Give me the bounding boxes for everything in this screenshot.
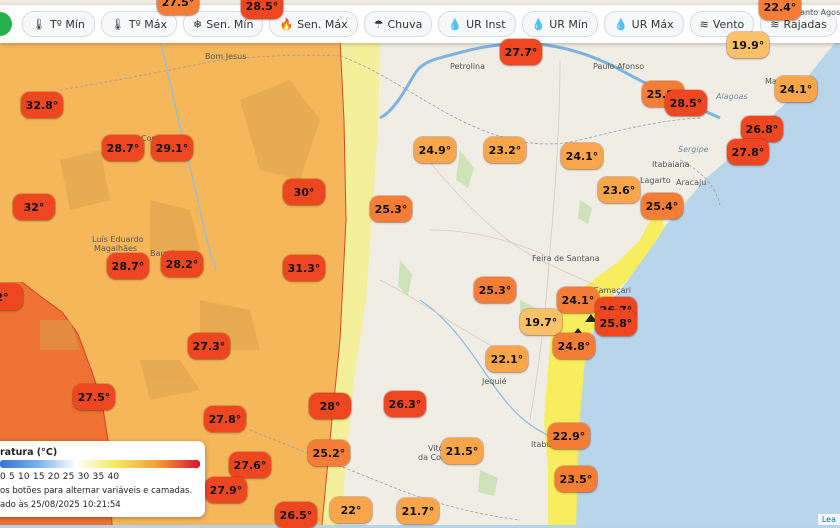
temperature-marker[interactable]: 25.2° (308, 440, 350, 466)
temperature-marker[interactable]: 27.3° (188, 333, 230, 359)
tab-temp-min[interactable]: 🌡 Tº Mín (22, 11, 95, 37)
temperature-marker[interactable]: 22° (330, 497, 372, 523)
temperature-marker[interactable]: 24.1° (561, 143, 603, 169)
tab-icon: ❄ (193, 17, 203, 31)
legend-color-bar (0, 460, 200, 468)
temperature-marker[interactable]: 29.1° (151, 135, 193, 161)
tab-sens-max[interactable]: 🔥 Sen. Máx (269, 11, 358, 37)
temperature-marker[interactable]: 32° (13, 194, 55, 220)
temperature-marker[interactable]: 26.3° (384, 391, 426, 417)
temperature-marker[interactable]: 27.7° (500, 39, 542, 65)
city-label: Petrolina (450, 62, 486, 71)
temperature-marker[interactable]: 28.5° (241, 0, 283, 19)
legend-panel: ratura (°C) 0 5 10 15 20 25 30 35 40 os … (0, 441, 205, 517)
city-label: Bom Jesus (205, 52, 247, 61)
city-label: Feira de Santana (532, 254, 600, 263)
temperature-marker[interactable]: 25.3° (474, 277, 516, 303)
tab-ur-inst[interactable]: 💧 UR Inst (438, 11, 516, 37)
tab-icon: 💧 (531, 17, 546, 31)
temperature-marker[interactable]: 31.3° (283, 255, 325, 281)
temperature-marker[interactable]: 19.7° (520, 309, 562, 335)
attribution[interactable]: Lea (817, 514, 840, 525)
temperature-marker[interactable]: 30° (283, 179, 325, 205)
temperature-marker[interactable]: 25.3° (370, 196, 412, 222)
city-label: Alagoas (716, 92, 748, 101)
city-label: Aracaju (676, 178, 707, 187)
temperature-marker[interactable]: 27.8° (204, 406, 246, 432)
temperature-marker[interactable]: 27.6° (229, 452, 271, 478)
tab-label: Sen. Mín (206, 17, 254, 31)
tab-label: Tº Máx (128, 17, 167, 31)
temperature-marker[interactable]: 25.4° (641, 193, 683, 219)
tab-label: Vento (712, 17, 745, 31)
tab-icon: 💧 (613, 17, 628, 31)
tab-chuva[interactable]: ☂ Chuva (363, 11, 433, 37)
tab-label: UR Inst (466, 17, 506, 31)
tab-icon: ≋ (699, 17, 709, 31)
city-label: Santo Agost (795, 8, 840, 17)
variable-tabs: 🌡 Tº Mín 🌡 Tº Máx ❄ Sen. Mín 🔥 Sen. Máx ☂ Chuva 💧 U… (22, 11, 840, 37)
temperature-marker[interactable]: 28.2° (161, 251, 203, 277)
temperature-marker[interactable]: 32.8° (21, 92, 63, 118)
temperature-marker[interactable]: 21.5° (441, 438, 483, 464)
tab-label: UR Mín (549, 17, 588, 31)
tab-label: Sen. Máx (297, 17, 348, 31)
temperature-marker[interactable]: 27.5° (157, 0, 199, 15)
temperature-marker[interactable]: 21.7° (397, 498, 439, 524)
temperature-marker[interactable]: 24.9° (414, 137, 456, 163)
tab-label: UR Máx (631, 17, 674, 31)
city-label: Magalhães (94, 244, 138, 253)
city-label: Luís Eduardo (92, 235, 144, 244)
toggle-button[interactable] (0, 12, 12, 36)
temperature-marker[interactable]: 19.9° (727, 32, 769, 58)
city-label: Jequié (482, 377, 507, 386)
city-label: Itabaiana (652, 160, 690, 169)
temperature-marker[interactable]: 23.2° (484, 137, 526, 163)
tab-icon: 🔥 (279, 17, 294, 31)
tab-icon: 🌡 (32, 17, 46, 31)
temperature-marker[interactable]: 22.4° (759, 0, 801, 20)
attribution-text[interactable]: Lea (822, 515, 836, 524)
temperature-marker[interactable]: 26.5° (275, 502, 317, 528)
city-label: Paulo Afonso (593, 62, 645, 71)
tab-icon: 💧 (448, 17, 463, 31)
temperature-marker[interactable]: 24.8° (553, 333, 595, 359)
temperature-marker[interactable]: 23.6° (598, 177, 640, 203)
temperature-marker[interactable]: 24.1° (775, 76, 817, 102)
legend-hint: os botões para alternar variáveis e cama… (0, 486, 193, 496)
tab-icon: ☂ (373, 17, 384, 31)
temperature-marker[interactable]: 25.8° (595, 310, 637, 336)
tab-label: Tº Mín (49, 17, 85, 31)
tab-label: Chuva (387, 17, 423, 31)
temperature-marker[interactable]: 28.7° (107, 253, 149, 279)
temperature-marker[interactable]: 24.1° (557, 287, 599, 313)
temperature-marker[interactable]: 28° (309, 393, 351, 419)
city-label: Lagarto (640, 176, 671, 185)
temperature-marker[interactable]: 22.1° (486, 346, 528, 372)
temperature-marker[interactable]: 22.9° (548, 423, 590, 449)
legend-updated: ado às 25/08/2025 10:21:54 (0, 500, 121, 510)
legend-scale: 0 5 10 15 20 25 30 35 40 (0, 472, 120, 482)
city-label: Sergipe (678, 145, 709, 154)
temperature-marker[interactable]: 27.9° (205, 477, 247, 503)
temperature-marker[interactable]: 2° (0, 284, 23, 310)
tab-icon: 🌡 (110, 17, 125, 31)
tab-ur-max[interactable]: 💧 UR Máx (603, 11, 684, 37)
temperature-marker[interactable]: 27.5° (73, 384, 115, 410)
temperature-marker[interactable]: 28.7° (102, 135, 144, 161)
temperature-marker[interactable]: 28.5° (665, 90, 707, 116)
legend-title: ratura (°C) (0, 447, 58, 458)
variable-toolbar: 🌡 Tº Mín 🌡 Tº Máx ❄ Sen. Mín 🔥 Sen. Máx ☂ Chuva 💧 U… (0, 5, 840, 43)
temperature-marker[interactable]: 23.5° (555, 466, 597, 492)
temperature-marker[interactable]: 27.8° (727, 139, 769, 165)
tab-ur-min[interactable]: 💧 UR Mín (521, 11, 598, 37)
